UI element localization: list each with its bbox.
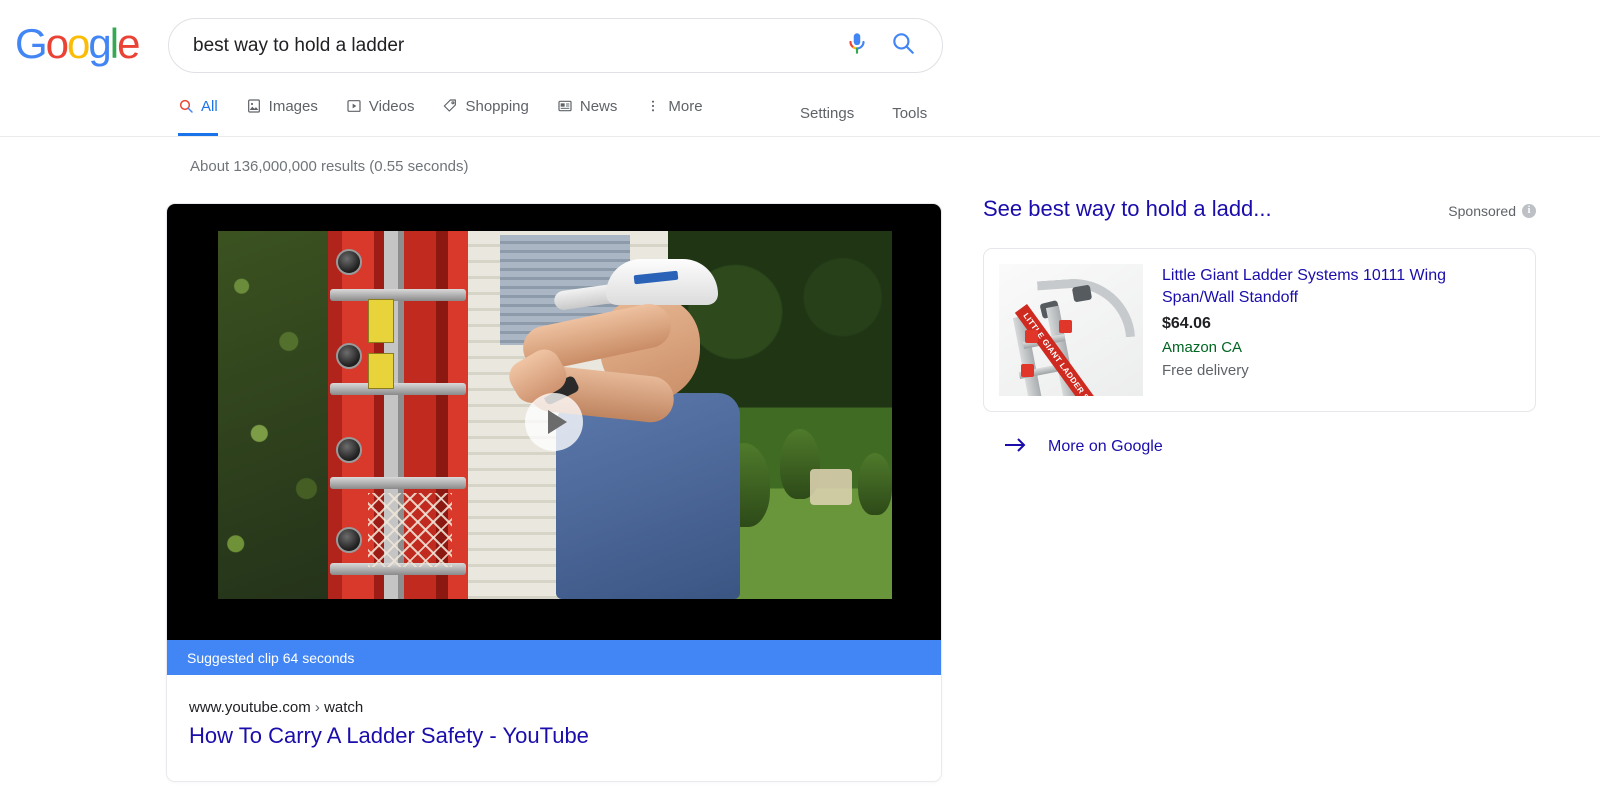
- newspaper-icon: [558, 100, 572, 112]
- search-icon: [179, 99, 193, 113]
- ladder-hole: [336, 343, 362, 369]
- white-cap: [606, 259, 718, 305]
- sponsored-badge: Sponsored i: [1448, 203, 1536, 219]
- tab-shopping-label: Shopping: [465, 97, 529, 115]
- more-on-google-link[interactable]: More on Google: [1004, 436, 1536, 457]
- product-delivery: Free delivery: [1162, 362, 1249, 380]
- logo-letter-o1: o: [45, 20, 69, 67]
- video-result-card: 0:06 1:59 Suggested clip 64 seconds www.…: [166, 203, 942, 783]
- ladder-rung: [330, 289, 466, 301]
- logo-letter-g1: G: [15, 20, 48, 67]
- ad-header: See best way to hold a ladd... Sponsored…: [983, 196, 1536, 222]
- logo-letter-e: e: [117, 20, 140, 67]
- standoff-pad: [1071, 284, 1093, 303]
- product-thumbnail: LITTLE GIANT LADDER SYSTEM: [999, 264, 1143, 396]
- result-stats: About 136,000,000 results (0.55 seconds): [190, 158, 469, 175]
- arrow-right-icon: [1004, 436, 1028, 457]
- tab-more[interactable]: More: [645, 90, 716, 136]
- result-url-path: watch: [324, 699, 364, 716]
- logo-letter-o2: o: [67, 20, 90, 67]
- suggested-clip-label: Suggested clip 64 seconds: [187, 649, 355, 666]
- blue-tshirt: [556, 393, 740, 599]
- settings-button[interactable]: Settings: [800, 105, 854, 122]
- red-clip: [1021, 364, 1034, 377]
- search-icon[interactable]: [890, 30, 916, 61]
- search-tabs: All Images Videos Shopping News More: [178, 90, 731, 136]
- url-separator: ›: [314, 699, 320, 716]
- result-body: www.youtube.com › watch How To Carry A L…: [167, 675, 941, 782]
- product-price: $64.06: [1162, 315, 1211, 333]
- tab-all[interactable]: All: [178, 90, 232, 136]
- product-merchant[interactable]: Amazon CA: [1162, 339, 1520, 356]
- tab-videos[interactable]: Videos: [346, 90, 429, 136]
- product-ad-card[interactable]: LITTLE GIANT LADDER SYSTEM Little Giant …: [983, 248, 1536, 412]
- result-url: www.youtube.com › watch: [189, 699, 941, 716]
- result-domain: www.youtube.com: [189, 699, 311, 716]
- rope-netting: [368, 493, 452, 567]
- logo-letter-l: l: [109, 20, 119, 67]
- product-info: Little Giant Ladder Systems 10111 Wing S…: [1162, 264, 1520, 396]
- ladder-warning-label: [368, 299, 394, 343]
- suggested-clip-banner[interactable]: Suggested clip 64 seconds: [167, 640, 941, 675]
- sponsored-label: Sponsored: [1448, 203, 1516, 219]
- play-button-icon[interactable]: [525, 393, 583, 451]
- ladder-warning-label: [368, 353, 394, 389]
- ladder-rung: [330, 383, 466, 395]
- info-icon[interactable]: i: [1522, 204, 1536, 218]
- ladder-hole: [336, 437, 362, 463]
- ladder-rung: [330, 477, 466, 489]
- product-title-link[interactable]: Little Giant Ladder Systems 10111 Wing S…: [1162, 265, 1520, 308]
- search-tools-group: Settings Tools: [800, 105, 927, 122]
- tab-videos-label: Videos: [368, 97, 415, 115]
- tab-news-label: News: [579, 97, 618, 115]
- tab-news[interactable]: News: [557, 90, 632, 136]
- ladder-hole: [336, 527, 362, 553]
- logo-letter-g2: g: [88, 20, 111, 67]
- tab-images[interactable]: Images: [246, 90, 332, 136]
- ad-heading-link[interactable]: See best way to hold a ladd...: [983, 196, 1272, 222]
- page-header: Google All: [0, 0, 1600, 137]
- ladder-hole: [336, 249, 362, 275]
- search-box[interactable]: [168, 18, 943, 73]
- microphone-icon[interactable]: [844, 30, 870, 61]
- vertical-dots-icon: [652, 100, 655, 112]
- tab-all-label: All: [201, 97, 218, 115]
- main-results-column: 0:06 1:59 Suggested clip 64 seconds www.…: [166, 203, 942, 783]
- garden-chair: [810, 469, 852, 505]
- video-player[interactable]: 0:06 1:59: [167, 204, 941, 640]
- price-tag-icon: [444, 99, 457, 112]
- tab-more-label: More: [668, 97, 703, 115]
- red-clip: [1059, 320, 1072, 333]
- result-title-link[interactable]: How To Carry A Ladder Safety - YouTube: [189, 723, 941, 749]
- image-icon: [247, 99, 260, 113]
- search-input[interactable]: [169, 34, 844, 57]
- sponsored-ads-column: See best way to hold a ladd... Sponsored…: [983, 196, 1536, 457]
- google-logo[interactable]: Google: [15, 20, 140, 67]
- tab-shopping[interactable]: Shopping: [442, 90, 542, 136]
- hedge-background: [218, 231, 336, 599]
- garden-bush: [858, 453, 892, 515]
- more-on-google-label: More on Google: [1048, 437, 1163, 455]
- tab-images-label: Images: [268, 97, 318, 115]
- tools-button[interactable]: Tools: [892, 105, 927, 122]
- red-clip: [1025, 330, 1038, 343]
- video-play-icon: [347, 100, 361, 112]
